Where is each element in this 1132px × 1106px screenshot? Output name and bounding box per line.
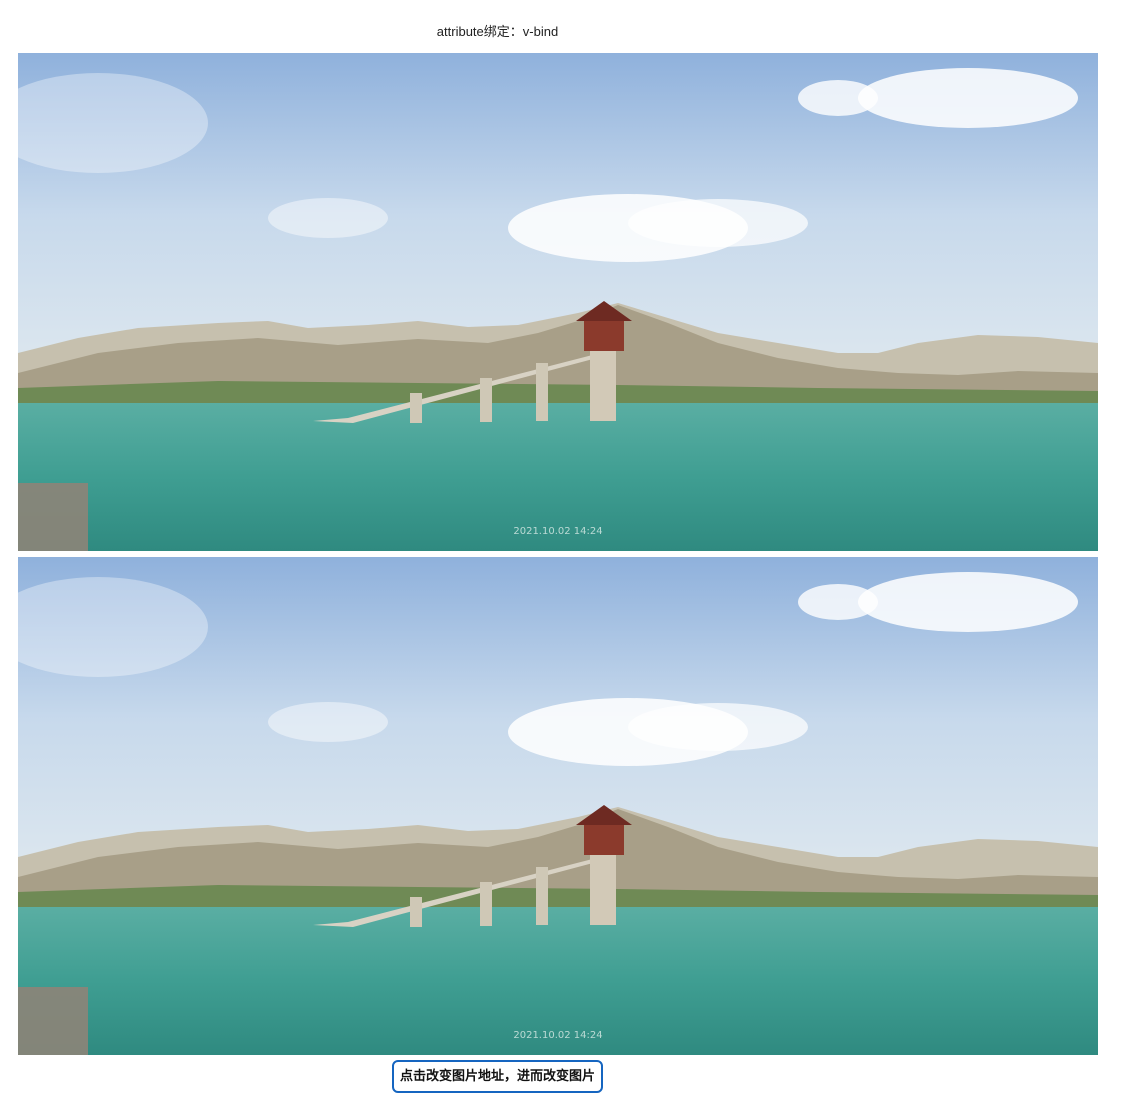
- photo-timestamp: 2021.10.02 14:24: [513, 526, 602, 537]
- photo-timestamp: 2021.10.02 14:24: [513, 1030, 602, 1041]
- landscape-photo-art: 2021.10.02 14:24: [18, 53, 1098, 551]
- change-image-button[interactable]: 点击改变图片地址，进而改变图片: [392, 1060, 603, 1093]
- page-heading: attribute绑定：v-bind: [436, 24, 559, 39]
- landscape-photo: 2021.10.02 14:24: [18, 557, 1098, 1055]
- landscape-photo-art: 2021.10.02 14:24: [18, 557, 1098, 1055]
- landscape-photo: 2021.10.02 14:24: [18, 53, 1098, 551]
